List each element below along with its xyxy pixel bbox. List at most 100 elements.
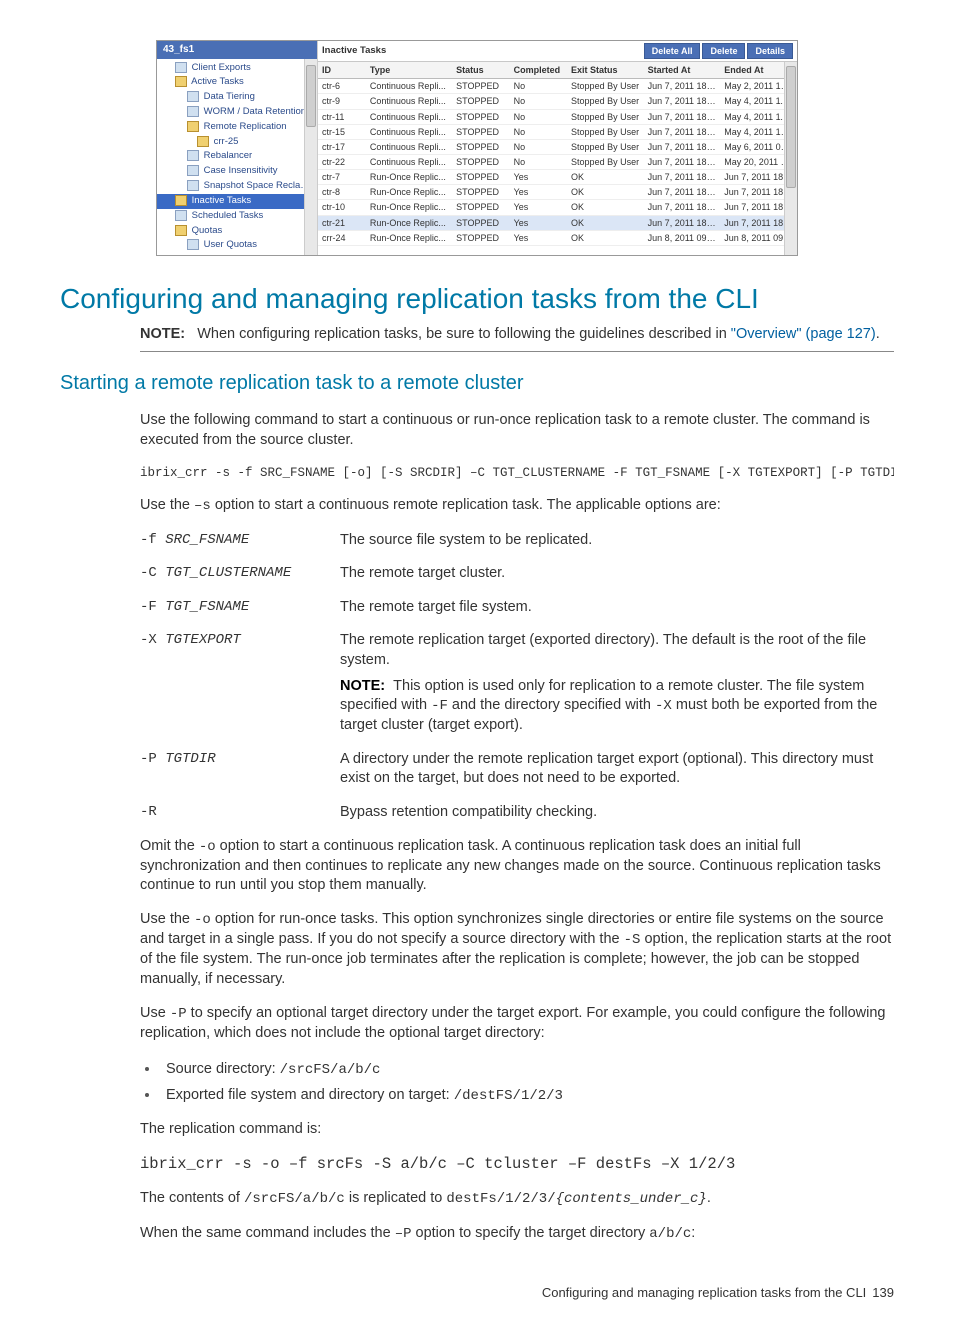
nav-tree: 43_fs1 Client Exports Active Tasks Data … (157, 41, 318, 255)
option-flag: -P TGTDIR (140, 750, 340, 769)
option-row: -f SRC_FSNAMEThe source file system to b… (140, 531, 894, 551)
section-heading: Configuring and managing replication tas… (60, 280, 894, 318)
table-cell: Continuous Repli... (366, 79, 452, 94)
table-cell: No (510, 124, 567, 139)
table-scrollbar[interactable] (784, 62, 797, 254)
column-header[interactable]: Status (452, 62, 509, 79)
table-row[interactable]: ctr-8Run-Once Replic...STOPPEDYesOKJun 7… (318, 185, 797, 200)
option-desc: The source file system to be replicated. (340, 531, 894, 551)
option-flag: -f SRC_FSNAME (140, 531, 340, 550)
tree-item[interactable]: Scheduled Tasks (157, 209, 317, 224)
table-cell: Stopped By User (567, 94, 644, 109)
column-header[interactable]: Exit Status (567, 62, 644, 79)
tree-item[interactable]: Case Insensitivity (157, 164, 317, 179)
table-row[interactable]: ctr-17Continuous Repli...STOPPEDNoStoppe… (318, 139, 797, 154)
tree-item[interactable]: Active Tasks (157, 75, 317, 90)
page-footer: Configuring and managing replication tas… (60, 1284, 894, 1302)
table-cell: Jun 7, 2011 18:3... (644, 109, 721, 124)
folder-icon (175, 195, 187, 206)
delete-button[interactable]: Delete (702, 43, 745, 59)
overview-link[interactable]: "Overview" (page 127) (731, 326, 876, 342)
panel-title: Inactive Tasks (322, 45, 386, 58)
table-cell: ctr-8 (318, 185, 366, 200)
box-icon (187, 106, 199, 117)
body-text: Use -P to specify an optional target dir… (140, 1004, 894, 1043)
table-cell: Jun 7, 2011 18:3... (644, 79, 721, 94)
table-row[interactable]: ctr-6Continuous Repli...STOPPEDNoStopped… (318, 79, 797, 94)
table-cell: ctr-7 (318, 170, 366, 185)
table-cell: Stopped By User (567, 154, 644, 169)
list-item: Source directory: /srcFS/a/b/c (160, 1058, 894, 1080)
table-cell: Stopped By User (567, 79, 644, 94)
table-cell: Jun 7, 2011 18:3... (644, 170, 721, 185)
table-cell: Jun 7, 2011 18:3... (644, 94, 721, 109)
tree-scrollbar[interactable] (304, 59, 317, 255)
tree-item[interactable]: Data Tiering (157, 90, 317, 105)
table-cell: Stopped By User (567, 109, 644, 124)
table-row[interactable]: ctr-15Continuous Repli...STOPPEDNoStoppe… (318, 124, 797, 139)
folder-icon (187, 121, 199, 132)
table-cell: STOPPED (452, 230, 509, 245)
table-row[interactable]: ctr-7Run-Once Replic...STOPPEDYesOKJun 7… (318, 170, 797, 185)
tree-item[interactable]: Rebalancer (157, 149, 317, 164)
table-cell: Jun 7, 2011 18:3... (644, 124, 721, 139)
table-cell: STOPPED (452, 124, 509, 139)
option-desc: A directory under the remote replication… (340, 750, 894, 789)
details-button[interactable]: Details (747, 43, 793, 59)
option-desc: The remote replication target (exported … (340, 631, 894, 735)
option-flag: -R (140, 803, 340, 822)
column-header[interactable]: Completed (510, 62, 567, 79)
option-row: -X TGTEXPORTThe remote replication targe… (140, 631, 894, 735)
table-cell: ctr-10 (318, 200, 366, 215)
column-header[interactable]: ID (318, 62, 366, 79)
column-header[interactable]: Type (366, 62, 452, 79)
table-cell: STOPPED (452, 79, 509, 94)
table-cell: Continuous Repli... (366, 94, 452, 109)
column-header[interactable]: Started At (644, 62, 721, 79)
body-text: When the same command includes the –P op… (140, 1224, 894, 1244)
tree-item[interactable]: Inactive Tasks (157, 194, 317, 209)
table-cell: Yes (510, 200, 567, 215)
tasks-table[interactable]: IDTypeStatusCompletedExit StatusStarted … (318, 62, 797, 246)
table-cell: Stopped By User (567, 124, 644, 139)
table-row[interactable]: ctr-9Continuous Repli...STOPPEDNoStopped… (318, 94, 797, 109)
table-cell: No (510, 79, 567, 94)
table-cell: STOPPED (452, 109, 509, 124)
body-text: Omit the -o option to start a continuous… (140, 837, 894, 896)
table-row[interactable]: ctr-22Continuous Repli...STOPPEDNoStoppe… (318, 154, 797, 169)
tree-item[interactable]: WORM / Data Retention (157, 105, 317, 120)
table-cell: Stopped By User (567, 139, 644, 154)
table-cell: Jun 7, 2011 18:3... (644, 139, 721, 154)
table-cell: Jun 8, 2011 09:5... (644, 230, 721, 245)
table-cell: STOPPED (452, 185, 509, 200)
table-row[interactable]: ctr-11Continuous Repli...STOPPEDNoStoppe… (318, 109, 797, 124)
table-cell: OK (567, 185, 644, 200)
table-row[interactable]: crr-24Run-Once Replic...STOPPEDYesOKJun … (318, 230, 797, 245)
tree-item[interactable]: Client Exports (157, 61, 317, 76)
option-flag: -F TGT_FSNAME (140, 598, 340, 617)
bullet-list: Source directory: /srcFS/a/b/cExported f… (160, 1058, 894, 1106)
tree-item[interactable]: User Quotas (157, 238, 317, 253)
table-cell: Run-Once Replic... (366, 230, 452, 245)
table-cell: Continuous Repli... (366, 109, 452, 124)
table-cell: No (510, 94, 567, 109)
table-cell: OK (567, 215, 644, 230)
table-cell: Continuous Repli... (366, 139, 452, 154)
option-row: -RBypass retention compatibility checkin… (140, 803, 894, 823)
table-cell: Jun 7, 2011 18:3... (644, 154, 721, 169)
option-row: -P TGTDIRA directory under the remote re… (140, 750, 894, 789)
tree-item[interactable]: Quotas (157, 224, 317, 239)
tree-item[interactable]: crr-25 (157, 135, 317, 150)
table-cell: STOPPED (452, 200, 509, 215)
table-row[interactable]: ctr-21Run-Once Replic...STOPPEDYesOKJun … (318, 215, 797, 230)
table-cell: Yes (510, 185, 567, 200)
body-text: Use the -o option for run-once tasks. Th… (140, 910, 894, 989)
table-row[interactable]: ctr-10Run-Once Replic...STOPPEDYesOKJun … (318, 200, 797, 215)
table-cell: STOPPED (452, 215, 509, 230)
box-icon (175, 62, 187, 73)
table-cell: ctr-22 (318, 154, 366, 169)
delete-all-button[interactable]: Delete All (644, 43, 701, 59)
tree-item[interactable]: Snapshot Space Reclamation (157, 179, 317, 194)
table-cell: ctr-21 (318, 215, 366, 230)
tree-item[interactable]: Remote Replication (157, 120, 317, 135)
